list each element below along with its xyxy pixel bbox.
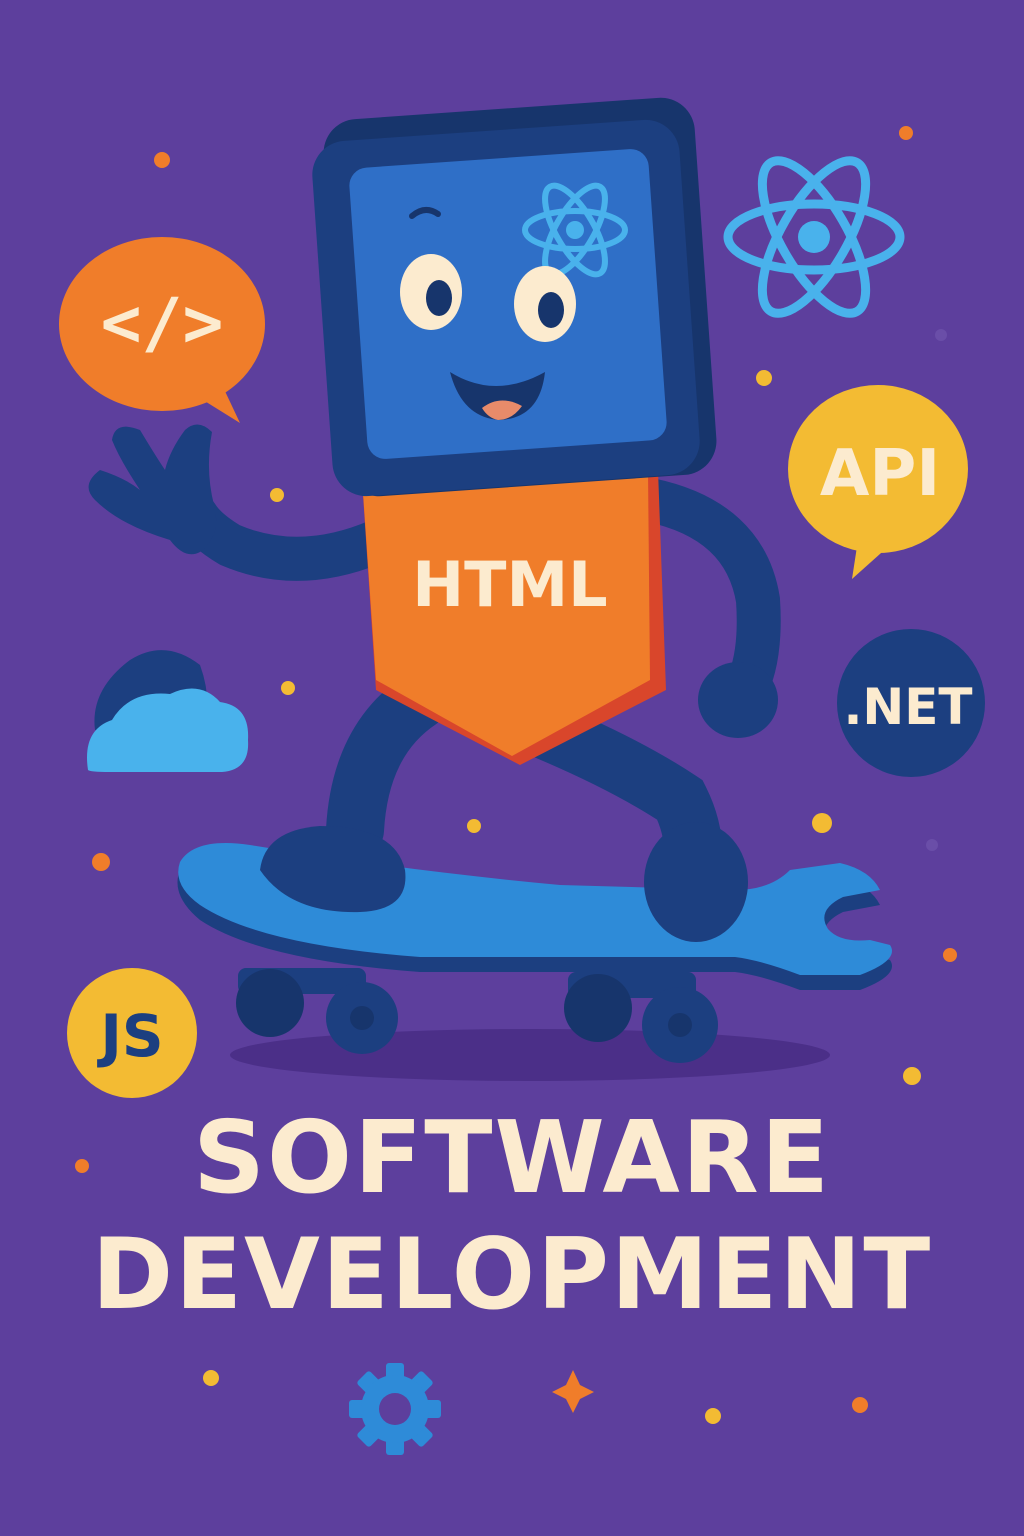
gear-icon <box>349 1363 441 1455</box>
shirt-label: HTML <box>412 548 607 621</box>
shadow <box>230 1029 830 1081</box>
react-atom-icon <box>723 156 905 318</box>
sparkle-icon <box>552 1370 594 1413</box>
dotnet-badge-icon: .NET <box>837 629 985 777</box>
code-bubble-text: </> <box>101 284 224 363</box>
title-line-1: SOFTWARE <box>192 1099 832 1216</box>
title-line-2: DEVELOPMENT <box>91 1218 933 1332</box>
cloud-icon <box>87 650 249 772</box>
dotnet-badge-text: .NET <box>843 678 972 736</box>
mascot-character: HTML <box>88 97 781 942</box>
code-bubble-icon: </> <box>59 237 265 423</box>
api-bubble-text: API <box>820 437 940 511</box>
js-badge-text: JS <box>96 1002 163 1070</box>
poster: </> API .NET JS HTML SOFTWARE DEVELOPMEN… <box>0 0 1024 1536</box>
api-bubble-icon: API <box>788 385 968 579</box>
js-badge-icon: JS <box>67 968 197 1098</box>
